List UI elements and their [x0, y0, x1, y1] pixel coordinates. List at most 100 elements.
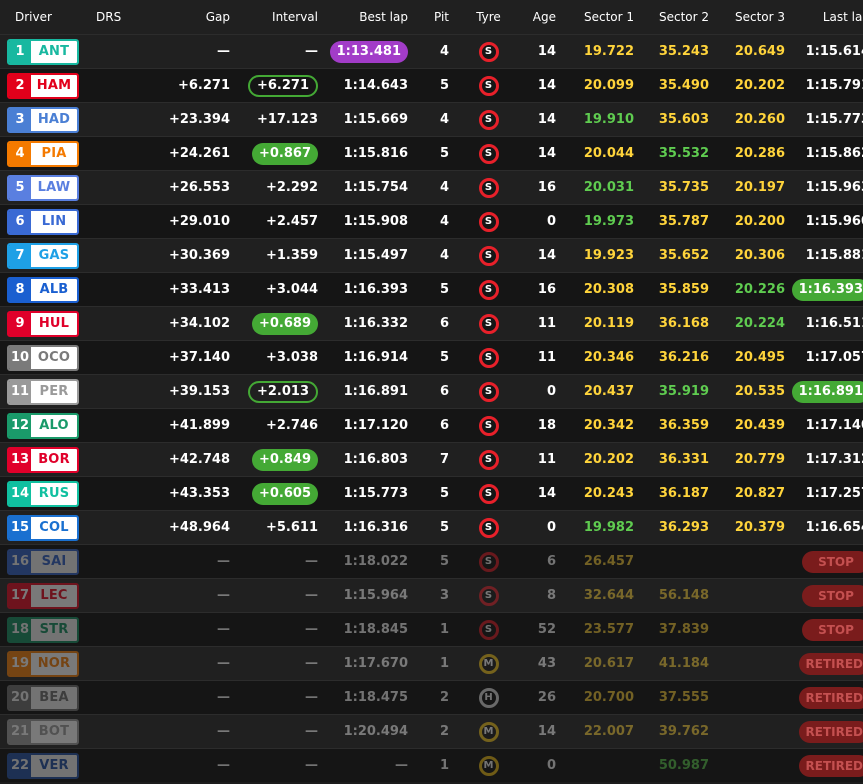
table-row[interactable]: 9 HUL +34.102 +0.689 1:16.332 6 S 11 20.119 36.16…: [0, 306, 863, 340]
best-lap-value: 1:18.022: [343, 554, 408, 569]
driver-badge[interactable]: 18 STR: [7, 616, 79, 643]
table-row[interactable]: 21 BOT — — 1:20.494 2 M 14 22.007 39.762 RETIRED: [0, 714, 863, 748]
soft-tyre-icon: S: [478, 551, 499, 572]
position-number: 14: [9, 482, 31, 505]
last-lap-value: 1:15.614: [805, 44, 863, 59]
table-row[interactable]: 7 GAS +30.369 +1.359 1:15.497 4 S 14 19.923 35.65…: [0, 238, 863, 272]
sector-3-cell: 20.379: [709, 511, 785, 544]
header-age[interactable]: Age: [508, 0, 556, 34]
header-best-lap[interactable]: Best lap: [318, 0, 408, 34]
best-lap-cell: —: [318, 749, 408, 782]
driver-badge[interactable]: 16 SAI: [7, 548, 79, 575]
driver-badge[interactable]: 3 HAD: [7, 106, 79, 133]
sector-2-cell: 35.603: [634, 103, 709, 136]
header-interval[interactable]: Interval: [230, 0, 318, 34]
table-row[interactable]: 8 ALB +33.413 +3.044 1:16.393 5 S 16 20.308 35.85…: [0, 272, 863, 306]
best-lap-value: 1:18.845: [343, 622, 408, 637]
driver-badge[interactable]: 5 LAW: [7, 174, 79, 201]
table-row[interactable]: 16 SAI — — 1:18.022 5 S 6 26.457 STOP: [0, 544, 863, 578]
sector-1-time: 19.973: [583, 214, 634, 229]
header-sector-1[interactable]: Sector 1: [556, 0, 634, 34]
table-row[interactable]: 19 NOR — — 1:17.670 1 M 43 20.617 41.184 RETIRED: [0, 646, 863, 680]
table-row[interactable]: 13 BOR +42.748 +0.849 1:16.803 7 S 11 20.202 36.3…: [0, 442, 863, 476]
table-row[interactable]: 18 STR — — 1:18.845 1 S 52 23.577 37.839 STOP: [0, 612, 863, 646]
soft-tyre-icon: S: [478, 585, 499, 606]
driver-cell: 22 VER: [0, 749, 88, 782]
best-lap-value: 1:16.316: [343, 520, 408, 535]
sector-3-time: 20.226: [734, 282, 785, 297]
gap-cell: +30.369: [128, 239, 230, 272]
medium-tyre-icon: M: [478, 653, 499, 674]
interval-value: —: [305, 588, 318, 603]
driver-badge[interactable]: 22 VER: [7, 752, 79, 779]
driver-badge[interactable]: 7 GAS: [7, 242, 79, 269]
sector-3-cell: 20.197: [709, 171, 785, 204]
header-tyre[interactable]: Tyre: [449, 0, 508, 34]
table-row[interactable]: 14 RUS +43.353 +0.605 1:15.773 5 S 14 20.243 36.1…: [0, 476, 863, 510]
soft-tyre-icon: S: [478, 41, 499, 62]
table-row[interactable]: 11 PER +39.153 +2.013 1:16.891 6 S 0 20.437 35.91…: [0, 374, 863, 408]
medium-tyre-icon: M: [478, 721, 499, 742]
last-lap-value: 1:15.791: [805, 78, 863, 93]
table-row[interactable]: 3 HAD +23.394 +17.123 1:15.669 4 S 14 19.910 35.6…: [0, 102, 863, 136]
header-drs[interactable]: DRS: [88, 0, 128, 34]
pit-count: 2: [439, 724, 449, 739]
sector-3-cell: [709, 613, 785, 646]
table-row[interactable]: 22 VER — — — 1 M 0 50.987 RETIRED: [0, 748, 863, 782]
gap-value: —: [217, 690, 230, 705]
driver-badge[interactable]: 4 PIA: [7, 140, 79, 167]
driver-badge[interactable]: 21 BOT: [7, 718, 79, 745]
interval-cell: +17.123: [230, 103, 318, 136]
pit-cell: 6: [408, 409, 449, 442]
header-sector-3[interactable]: Sector 3: [709, 0, 785, 34]
driver-badge[interactable]: 10 OCO: [7, 344, 79, 371]
header-pit[interactable]: Pit: [408, 0, 449, 34]
age-cell: 14: [508, 477, 556, 510]
interval-cell: +0.689: [230, 307, 318, 340]
pit-count: 6: [439, 316, 449, 331]
driver-badge[interactable]: 13 BOR: [7, 446, 79, 473]
header-gap[interactable]: Gap: [128, 0, 230, 34]
driver-badge[interactable]: 1 ANT: [7, 38, 79, 65]
pit-cell: 7: [408, 443, 449, 476]
interval-value: +0.867: [251, 142, 318, 165]
header-sector-2[interactable]: Sector 2: [634, 0, 709, 34]
tyre-age: 0: [546, 214, 556, 229]
table-row[interactable]: 2 HAM +6.271 +6.271 1:14.643 5 S 14 20.099 35.490…: [0, 68, 863, 102]
driver-badge[interactable]: 6 LIN: [7, 208, 79, 235]
drs-cell: [88, 205, 128, 238]
driver-badge[interactable]: 8 ALB: [7, 276, 79, 303]
driver-badge[interactable]: 15 COL: [7, 514, 79, 541]
table-row[interactable]: 5 LAW +26.553 +2.292 1:15.754 4 S 16 20.031 35.73…: [0, 170, 863, 204]
table-row[interactable]: 4 PIA +24.261 +0.867 1:15.816 5 S 14 20.044 35.53…: [0, 136, 863, 170]
interval-value: +2.746: [265, 418, 318, 433]
sector-1-cell: 23.577: [556, 613, 634, 646]
table-row[interactable]: 6 LIN +29.010 +2.457 1:15.908 4 S 0 19.973 35.787…: [0, 204, 863, 238]
driver-badge[interactable]: 17 LEC: [7, 582, 79, 609]
table-row[interactable]: 10 OCO +37.140 +3.038 1:16.914 5 S 11 20.346 36.2…: [0, 340, 863, 374]
interval-value: —: [305, 758, 318, 773]
sector-2-time: 36.293: [658, 520, 709, 535]
driver-badge[interactable]: 14 RUS: [7, 480, 79, 507]
table-row[interactable]: 15 COL +48.964 +5.611 1:16.316 5 S 0 19.982 36.29…: [0, 510, 863, 544]
driver-badge[interactable]: 20 BEA: [7, 684, 79, 711]
table-row[interactable]: 12 ALO +41.899 +2.746 1:17.120 6 S 18 20.342 36.3…: [0, 408, 863, 442]
table-body: 1 ANT — —1:13.481 4 S 14 19.722 35.243 20.649 1:15…: [0, 34, 863, 782]
table-row[interactable]: 17 LEC — — 1:15.964 3 S 8 32.644 56.148 STOP: [0, 578, 863, 612]
driver-badge[interactable]: 12 ALO: [7, 412, 79, 439]
soft-tyre-icon: S: [478, 245, 499, 266]
sector-2-time: 36.216: [658, 350, 709, 365]
driver-badge[interactable]: 11 PER: [7, 378, 79, 405]
table-row[interactable]: 20 BEA — — 1:18.475 2 H 26 20.700 37.555 RETIRED: [0, 680, 863, 714]
pit-count: 3: [439, 588, 449, 603]
sector-1-cell: 20.437: [556, 375, 634, 408]
driver-badge[interactable]: 9 HUL: [7, 310, 79, 337]
sector-2-time: 36.359: [658, 418, 709, 433]
header-last-lap[interactable]: Last lap: [785, 0, 863, 34]
table-row[interactable]: 1 ANT — — 1:13.481 4 S 14 19.722 35.243 20.649 1:15…: [0, 34, 863, 68]
header-driver[interactable]: Driver: [0, 0, 88, 34]
last-lap-cell: 1:17.312: [785, 443, 863, 476]
driver-badge[interactable]: 19 NOR: [7, 650, 79, 677]
driver-badge[interactable]: 2 HAM: [7, 72, 79, 99]
driver-cell: 14 RUS: [0, 477, 88, 510]
